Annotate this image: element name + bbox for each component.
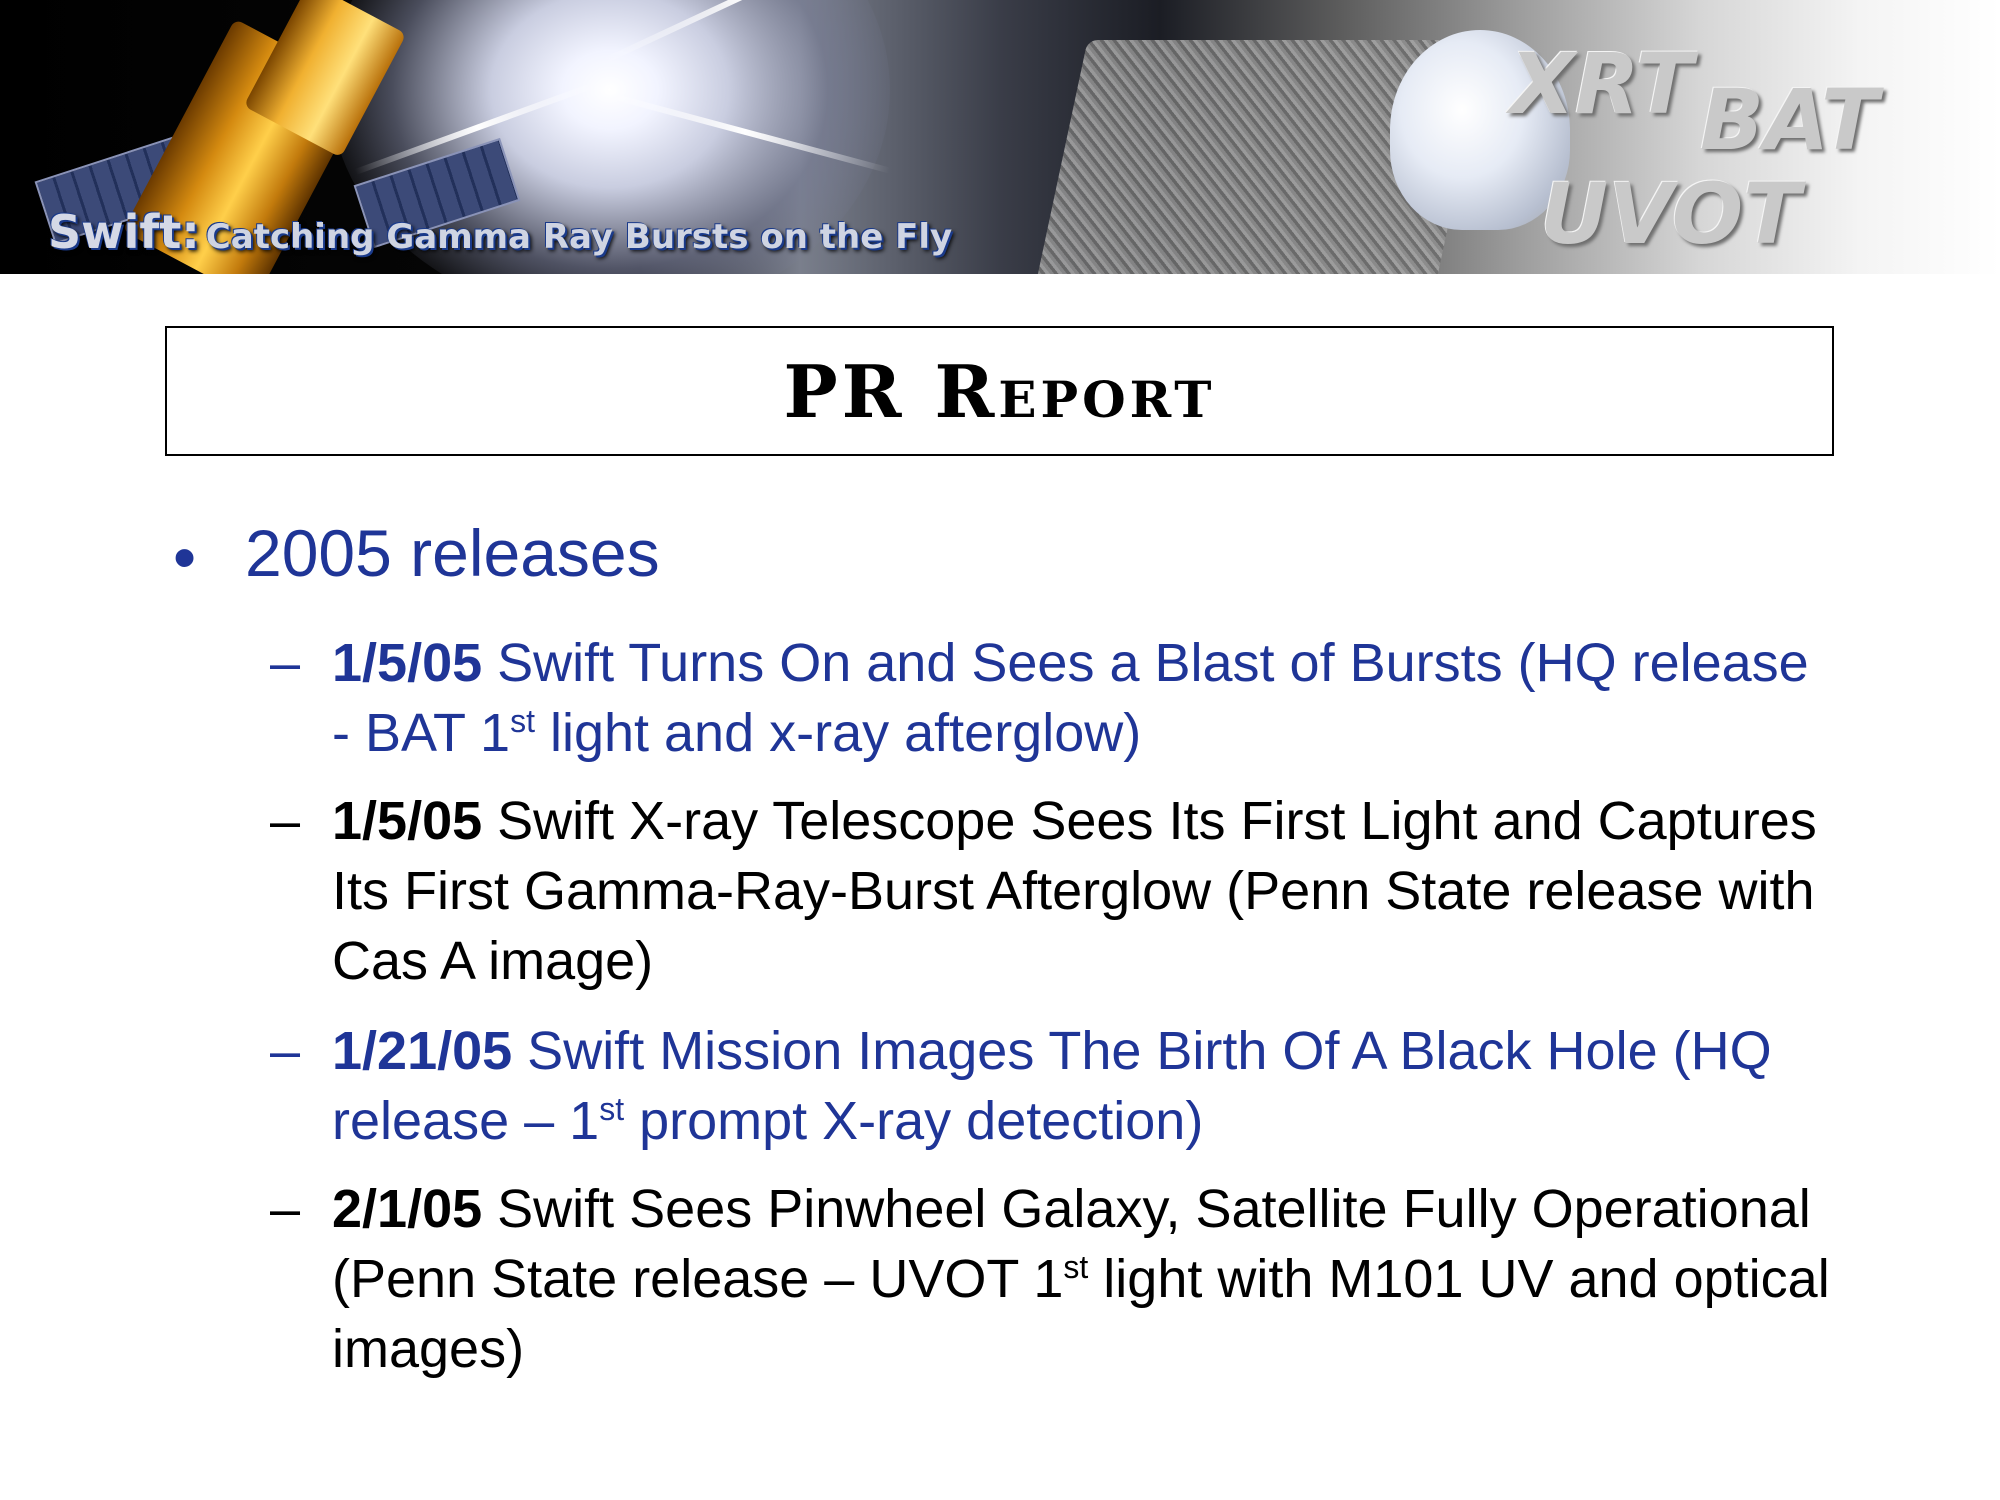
release-date: 1/21/05 [332, 1021, 513, 1081]
banner-tagline: Catching Gamma Ray Bursts on the Fly [205, 217, 953, 257]
instrument-label-uvot: UVOT [1540, 165, 1801, 263]
slide-title: PR Report [783, 348, 1216, 434]
release-date: 1/5/05 [332, 633, 483, 693]
banner-title: Swift: Catching Gamma Ray Bursts on the F… [48, 205, 952, 259]
release-superscript: st [510, 703, 535, 739]
header-banner: XRT BAT UVOT Swift: Catching Gamma Ray Bu… [0, 0, 2000, 274]
bullet-icon: • [173, 520, 197, 594]
release-title-rest: prompt X-ray detection) [624, 1091, 1204, 1151]
release-title: Swift X-ray Telescope Sees Its First Lig… [332, 791, 1817, 991]
dash-icon: – [270, 1179, 301, 1239]
dash-icon: – [270, 633, 301, 693]
instrument-label-xrt: XRT [1510, 35, 1693, 133]
release-superscript: st [599, 1091, 625, 1127]
release-date: 2/1/05 [332, 1179, 483, 1239]
dash-icon: – [270, 791, 301, 851]
dash-icon: – [270, 1021, 301, 1081]
slide-title-box: PR Report [165, 326, 1834, 456]
release-title-rest: light and x-ray afterglow) [534, 703, 1142, 763]
instrument-label-bat: BAT [1700, 71, 1879, 169]
banner-brand: Swift: [48, 205, 200, 259]
main-bullet-label: 2005 releases [245, 516, 660, 590]
release-date: 1/5/05 [332, 791, 483, 851]
release-superscript: st [1063, 1249, 1089, 1285]
